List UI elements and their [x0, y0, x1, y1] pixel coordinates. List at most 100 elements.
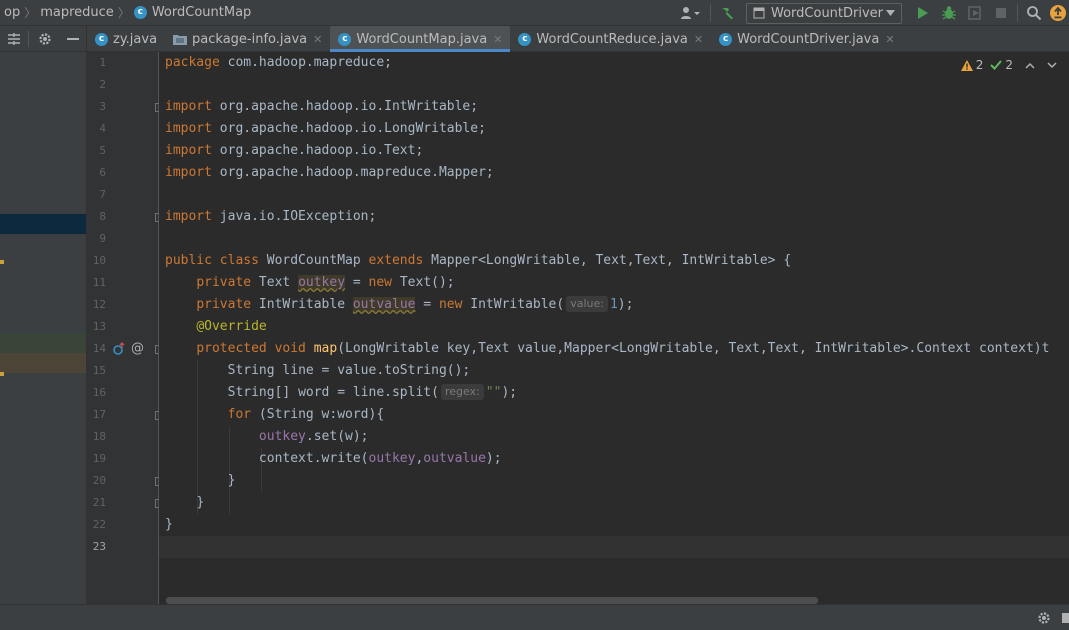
project-tree-row-highlight[interactable]: [0, 333, 86, 353]
gutter-row[interactable]: 22: [87, 514, 158, 536]
gutter-row[interactable]: 11: [87, 272, 158, 294]
gutter-row[interactable]: 19: [87, 448, 158, 470]
tab-package-info-java[interactable]: package-info.java ✕: [165, 26, 330, 52]
collapse-all-icon[interactable]: [0, 26, 28, 52]
gutter-row[interactable]: 2: [87, 74, 158, 96]
build-hammer-icon[interactable]: [714, 0, 740, 26]
implements-method-icon[interactable]: [113, 342, 125, 356]
line-number: 15: [92, 364, 106, 377]
number-literal: 1: [609, 297, 618, 312]
code-line-12[interactable]: private IntWritable outvalue = new IntWr…: [159, 294, 1069, 316]
code-line-23-current[interactable]: [159, 536, 1069, 558]
code-line-20[interactable]: }: [159, 470, 1069, 492]
gutter-row[interactable]: 15: [87, 360, 158, 382]
code-line-3[interactable]: import org.apache.hadoop.io.IntWritable;: [159, 96, 1069, 118]
run-configuration-select[interactable]: WordCountDriver: [746, 2, 902, 24]
gutter-row[interactable]: 23: [87, 536, 158, 558]
project-tree-row-highlight[interactable]: [0, 353, 86, 373]
chevron-down-icon[interactable]: [1047, 61, 1057, 69]
hide-panel-icon[interactable]: [61, 26, 85, 52]
field-outkey[interactable]: outkey: [298, 275, 346, 290]
code-line-17[interactable]: for (String w:word){: [159, 404, 1069, 426]
gutter-row[interactable]: 8: [87, 206, 158, 228]
gutter-row[interactable]: 4: [87, 118, 158, 140]
gutter-row[interactable]: 3: [87, 96, 158, 118]
breadcrumb-item-class[interactable]: c WordCountMap: [130, 5, 255, 20]
close-icon[interactable]: ✕: [493, 33, 502, 46]
weak-warning-check-icon: [990, 60, 1003, 70]
gutter-row[interactable]: 13: [87, 316, 158, 338]
code-line-15[interactable]: String line = value.toString();: [159, 360, 1069, 382]
line-number: 18: [92, 430, 106, 443]
code-text: }: [227, 473, 236, 488]
code-line-6[interactable]: import org.apache.hadoop.mapreduce.Mappe…: [159, 162, 1069, 184]
breadcrumb: op 〉 mapreduce 〉 c WordCountMap: [0, 0, 255, 26]
gutter-row[interactable]: 20: [87, 470, 158, 492]
inspections-widget[interactable]: 2 2: [960, 58, 1057, 72]
code-line-21[interactable]: }: [159, 492, 1069, 514]
tab-zy-java[interactable]: c zy.java: [87, 26, 165, 52]
tab-wordcountreduce-java[interactable]: c WordCountReduce.java ✕: [510, 26, 711, 52]
line-number: 10: [92, 254, 106, 267]
code-line-8[interactable]: import java.io.IOException;: [159, 206, 1069, 228]
run-with-coverage-icon[interactable]: [962, 0, 988, 26]
code-line-4[interactable]: import org.apache.hadoop.io.LongWritable…: [159, 118, 1069, 140]
keyword: import: [165, 121, 212, 136]
gutter-row[interactable]: 9: [87, 228, 158, 250]
chevron-up-icon[interactable]: [1025, 62, 1035, 69]
method-name: map: [313, 341, 338, 356]
gutter-row[interactable]: 16: [87, 382, 158, 404]
code-line-22[interactable]: }: [159, 514, 1069, 536]
field-outvalue[interactable]: outvalue: [352, 297, 416, 312]
status-widget-icon[interactable]: [1062, 613, 1069, 623]
code-line-5[interactable]: import org.apache.hadoop.io.Text;: [159, 140, 1069, 162]
code-line-11[interactable]: private Text outkey = new Text();: [159, 272, 1069, 294]
breadcrumb-item-package[interactable]: mapreduce: [36, 5, 118, 20]
gear-icon[interactable]: [29, 26, 61, 52]
project-tree-selected-row[interactable]: [0, 214, 86, 234]
gear-icon[interactable]: [1037, 611, 1051, 629]
horizontal-scrollbar[interactable]: [166, 597, 818, 604]
stop-icon[interactable]: [988, 0, 1014, 26]
code-text: }: [165, 517, 173, 532]
editor-gutter[interactable]: 1 2 3 4 5 6 7 8 9 10 11 12 13 14 15 16 17 18 19 20 21 22 23 @: [87, 52, 158, 604]
gutter-row[interactable]: 6: [87, 162, 158, 184]
gutter-row[interactable]: 17: [87, 404, 158, 426]
breadcrumb-item-project[interactable]: op: [0, 5, 24, 20]
keyword: new: [368, 275, 393, 290]
gutter-row[interactable]: 7: [87, 184, 158, 206]
run-icon[interactable]: [910, 0, 936, 26]
annotation-at-icon[interactable]: @: [131, 341, 144, 356]
code-line-1[interactable]: package com.hadoop.mapreduce;: [159, 52, 1069, 74]
gutter-row[interactable]: 5: [87, 140, 158, 162]
code-text: org.apache.hadoop.io.LongWritable;: [211, 121, 486, 136]
code-line-19[interactable]: context.write(outkey,outvalue);: [159, 448, 1069, 470]
close-icon[interactable]: ✕: [885, 33, 894, 46]
code-line-16[interactable]: String[] word = line.split(regex: "");: [159, 382, 1069, 404]
code-line-14[interactable]: protected void map(LongWritable key,Text…: [159, 338, 1069, 360]
keyword: new: [438, 297, 463, 312]
close-icon[interactable]: ✕: [694, 33, 703, 46]
debug-bug-icon[interactable]: [936, 0, 962, 26]
ide-update-icon[interactable]: [1047, 0, 1069, 26]
user-account-icon[interactable]: [673, 0, 707, 26]
tab-wordcountdriver-java[interactable]: c WordCountDriver.java ✕: [711, 26, 902, 52]
code-editor[interactable]: package com.hadoop.mapreduce; import org…: [159, 52, 1069, 604]
parameter-hint: regex:: [440, 384, 484, 400]
code-text: }: [196, 495, 205, 510]
code-line-13[interactable]: @Override: [159, 316, 1069, 338]
gutter-row[interactable]: 12: [87, 294, 158, 316]
gutter-row[interactable]: 18: [87, 426, 158, 448]
gutter-row[interactable]: 1: [87, 52, 158, 74]
code-line-10[interactable]: public class WordCountMap extends Mapper…: [159, 250, 1069, 272]
close-icon[interactable]: ✕: [313, 33, 322, 46]
keyword: import: [165, 165, 212, 180]
search-icon[interactable]: [1021, 0, 1047, 26]
tab-wordcountmap-java[interactable]: c WordCountMap.java ✕: [330, 26, 511, 52]
gutter-row[interactable]: 10: [87, 250, 158, 272]
code-line-18[interactable]: outkey.set(w);: [159, 426, 1069, 448]
gutter-row[interactable]: 21: [87, 492, 158, 514]
class-name: WordCountMap: [258, 253, 369, 268]
line-number: 3: [99, 100, 106, 113]
code-text: Mapper<LongWritable, Text,Text, IntWrita…: [423, 253, 792, 268]
